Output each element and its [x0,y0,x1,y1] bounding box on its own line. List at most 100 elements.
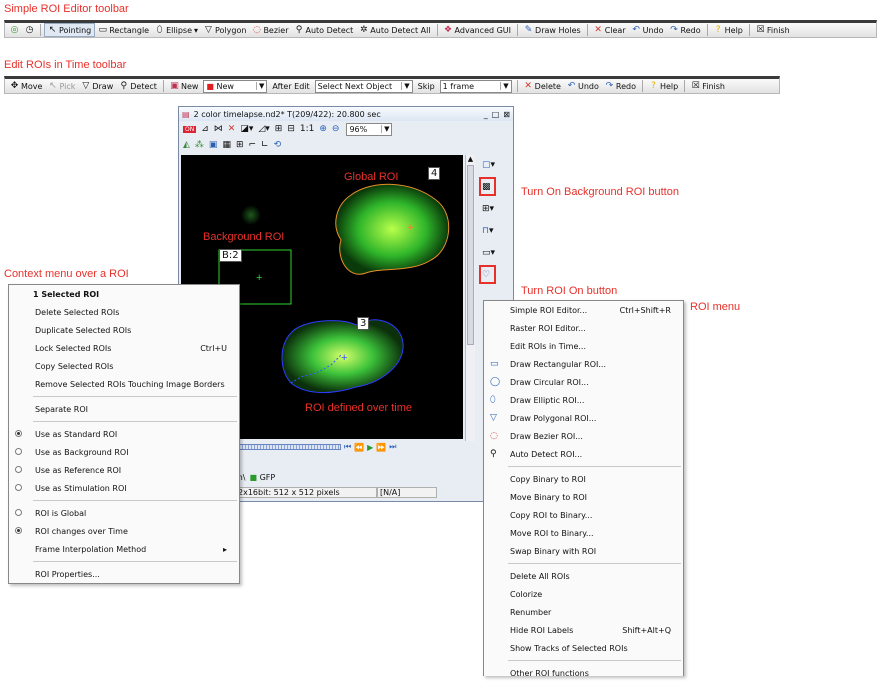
close-icon[interactable]: ⊠ [503,110,510,119]
channels-icon[interactable]: ⁂ [195,140,204,150]
pointing-button[interactable]: ↖ Pointing [44,23,96,37]
delete-button[interactable]: ✕ Delete [521,79,564,93]
menu-item-draw-circular[interactable]: ◯ Draw Circular ROI... [484,373,683,391]
advanced-gui-button[interactable]: ❖ Advanced GUI [441,23,514,37]
rectangle-button[interactable]: ▭ Rectangle [95,23,152,37]
menu-item-draw-rectangular[interactable]: ▭ Draw Rectangular ROI... [484,355,683,373]
menu-item-move-binary-to-roi[interactable]: Move Binary to ROI [484,488,683,506]
rectangle-tool-button[interactable]: ▢ ▾ [479,155,507,174]
menu-item-standard-roi[interactable]: Use as Standard ROI [9,425,239,443]
minimize-icon[interactable]: _ [484,110,488,119]
new-button[interactable]: ▣ New [167,79,201,93]
auto-detect-button[interactable]: ⚲ Auto Detect [291,23,356,37]
background-roi-button[interactable]: ▩ [479,177,496,196]
time-button[interactable]: ◷ [22,23,37,37]
roi-on-toggle-icon[interactable]: ON [183,125,197,133]
global-roi[interactable] [335,183,450,275]
channel-tab-gfp[interactable]: ■ GFP [250,473,276,482]
undo-button[interactable]: ↶ Undo [629,23,667,37]
polygon-button[interactable]: ▽ Polygon [201,23,249,37]
menu-item-stimulation-roi[interactable]: Use as Stimulation ROI [9,479,239,497]
menu-item-remove-touching[interactable]: Remove Selected ROIs Touching Image Bord… [9,375,239,393]
move-button[interactable]: ✥ Move [7,79,45,93]
undo-button[interactable]: ↶ Undo [564,79,602,93]
menu-item-draw-bezier[interactable]: ◌ Draw Bezier ROI... [484,427,683,445]
menu-item-draw-elliptic[interactable]: ⬯ Draw Elliptic ROI... [484,391,683,409]
menu-item-reference-roi[interactable]: Use as Reference ROI [9,461,239,479]
finish-button[interactable]: ☒ Finish [688,79,728,93]
new-object-select[interactable]: ■ New ▼ [203,79,268,93]
menu-item-other-functions[interactable]: Other ROI functions [484,664,683,682]
menu-item-background-roi[interactable]: Use as Background ROI [9,443,239,461]
histogram-icon[interactable]: ◭ [183,140,190,150]
fit-icon[interactable]: ⊞ [275,124,283,134]
grid-icon[interactable]: ⊞ [236,140,244,150]
zoom-ratio[interactable]: 1:1 [300,124,314,134]
clear-button[interactable]: ✕ Clear [591,23,629,37]
zoom-in-icon[interactable]: ⊕ [319,124,327,134]
menu-item-copy-selected[interactable]: Copy Selected ROIs [9,357,239,375]
help-button[interactable]: ? Help [646,79,681,93]
zoom-select[interactable]: 96% ▼ [346,122,393,136]
tool-icon[interactable]: ◿▾ [258,124,269,134]
tool-icon[interactable]: ◪▾ [240,124,253,134]
menu-item-roi-properties[interactable]: ROI Properties... [9,565,239,583]
measure-tool-button[interactable]: ⊓ ▾ [479,221,507,240]
menu-item-show-tracks[interactable]: Show Tracks of Selected ROIs [484,639,683,657]
redo-button[interactable]: ↷ Redo [667,23,704,37]
tool-icon[interactable]: ⋈ [214,124,223,134]
menu-item-auto-detect[interactable]: ⚲ Auto Detect ROI... [484,445,683,463]
menu-item-move-roi-to-binary[interactable]: Move ROI to Binary... [484,524,683,542]
detect-button[interactable]: ⚲ Detect [116,79,160,93]
menu-item-copy-binary-to-roi[interactable]: Copy Binary to ROI [484,470,683,488]
next-icon[interactable]: ⏩ [376,443,386,452]
vertical-scrollbar[interactable]: ▲ [465,155,475,441]
draw-button[interactable]: ▽ Draw [78,79,116,93]
zoom-out-icon[interactable]: ⊖ [332,124,340,134]
clear-icon[interactable]: ✕ [228,124,236,134]
ruler-icon[interactable]: ∟ [261,140,269,150]
layout-icon[interactable]: ▦ [222,140,231,150]
skip-select[interactable]: 1 frame ▼ [439,79,512,93]
menu-item-draw-polygonal[interactable]: ▽ Draw Polygonal ROI... [484,409,683,427]
last-frame-icon[interactable]: ⏭ [389,442,396,452]
menu-item-roi-global[interactable]: ROI is Global [9,504,239,522]
help-button[interactable]: ? Help [711,23,746,37]
bezier-button[interactable]: ◌ Bezier [249,23,291,37]
prev-icon[interactable]: ⏪ [354,443,364,452]
menu-item-colorize[interactable]: Colorize [484,585,683,603]
roi-toggle-button[interactable]: ◎ [7,23,22,37]
scrollbar-thumb[interactable] [467,165,474,345]
view-icon[interactable]: ▣ [209,140,218,150]
menu-item-renumber[interactable]: Renumber [484,603,683,621]
fit-width-icon[interactable]: ⊟ [287,124,295,134]
image-window-titlebar[interactable]: ▤ 2 color timelapse.nd2* T(209/422): 20.… [179,107,513,121]
menu-item-roi-over-time[interactable]: ROI changes over Time [9,522,239,540]
roi-on-button[interactable]: ♡ [479,265,496,284]
finish-button[interactable]: ☒ Finish [753,23,793,37]
auto-detect-all-button[interactable]: ✲ Auto Detect All [356,23,433,37]
annotation-tool-button[interactable]: ▭ ▾ [479,243,507,262]
menu-item-frame-interpolation[interactable]: Frame Interpolation Method ▸ [9,540,239,558]
draw-holes-button[interactable]: ✎ Draw Holes [521,23,584,37]
tool-icon[interactable]: ⊿ [201,124,209,134]
first-frame-icon[interactable]: ⏮ [344,442,351,452]
menu-item-swap-binary[interactable]: Swap Binary with ROI [484,542,683,560]
ellipse-button[interactable]: ⬯ Ellipse ▾ [152,23,201,37]
ruler-icon[interactable]: ⌐ [249,140,257,150]
menu-item-copy-roi-to-binary[interactable]: Copy ROI to Binary... [484,506,683,524]
play-icon[interactable]: ▶ [367,443,373,452]
grid-tool-button[interactable]: ⊞ ▾ [479,199,507,218]
menu-item-delete-selected[interactable]: Delete Selected ROIs [9,303,239,321]
menu-item-lock-selected[interactable]: Lock Selected ROIs Ctrl+U [9,339,239,357]
menu-item-delete-all[interactable]: Delete All ROIs [484,567,683,585]
menu-item-raster-editor[interactable]: Raster ROI Editor... [484,319,683,337]
scroll-up-icon[interactable]: ▲ [466,155,475,163]
menu-item-duplicate-selected[interactable]: Duplicate Selected ROIs [9,321,239,339]
after-edit-select[interactable]: Select Next Object ▼ [314,79,413,93]
menu-item-simple-editor[interactable]: Simple ROI Editor... Ctrl+Shift+R [484,301,683,319]
menu-item-edit-in-time[interactable]: Edit ROIs in Time... [484,337,683,355]
maximize-icon[interactable]: □ [492,110,500,119]
menu-item-hide-labels[interactable]: Hide ROI Labels Shift+Alt+Q [484,621,683,639]
pick-button[interactable]: ↖ Pick [45,79,78,93]
